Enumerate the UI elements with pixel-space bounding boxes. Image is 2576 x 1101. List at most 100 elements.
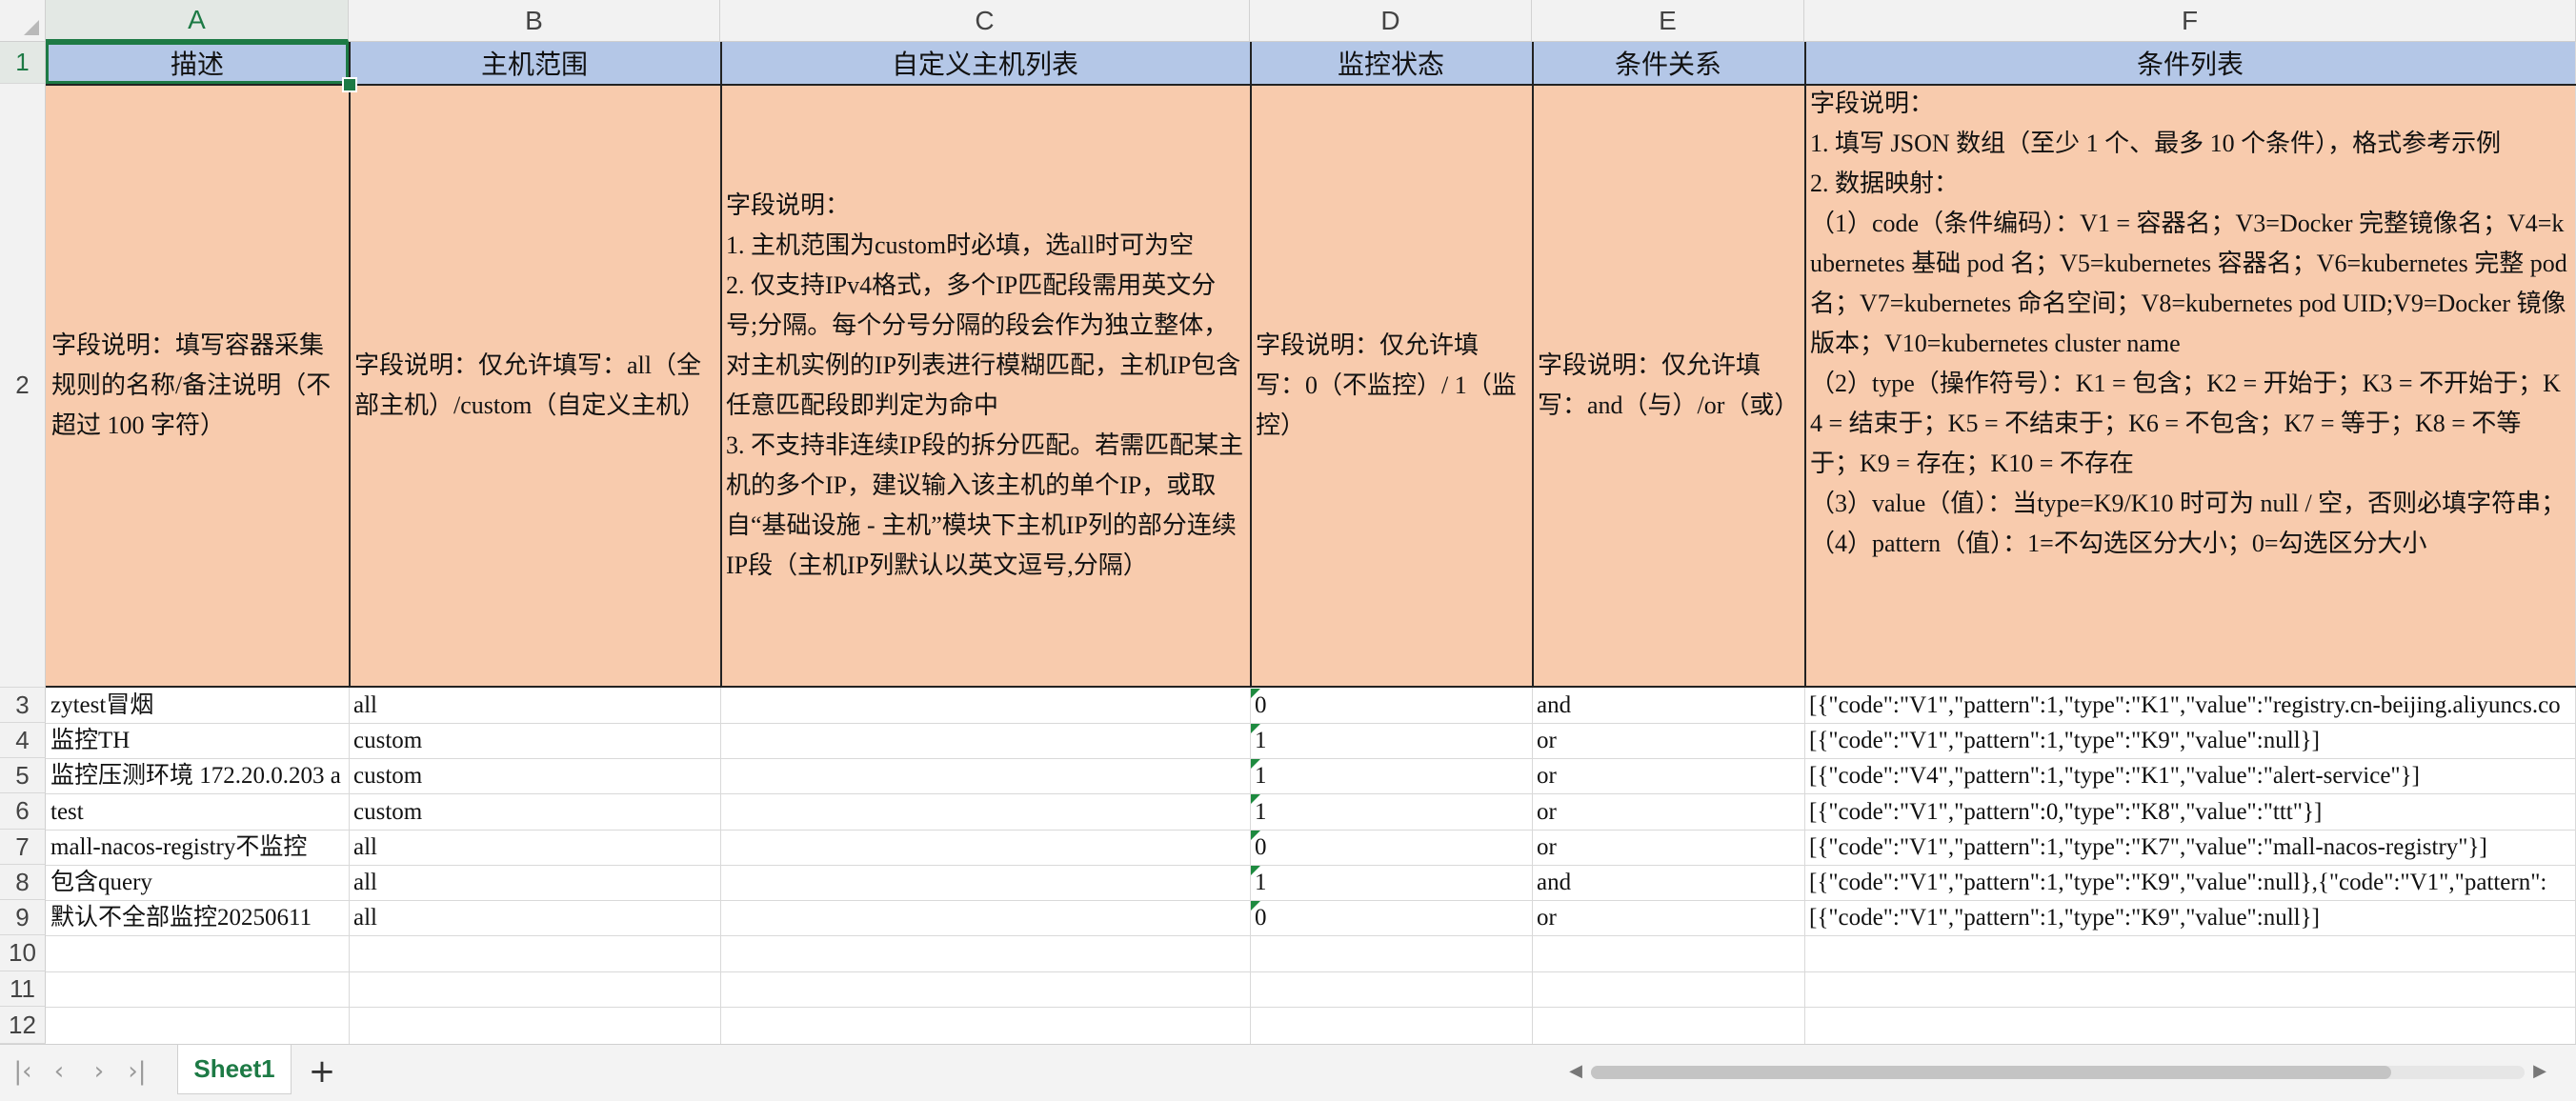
next-sheet-icon[interactable]: ›	[82, 1054, 116, 1089]
header-cell-host-scope[interactable]: 主机范围	[349, 42, 720, 84]
table-cell-host-scope[interactable]: custom	[349, 758, 720, 793]
prev-sheet-icon[interactable]: ‹	[42, 1054, 76, 1089]
row-header-11[interactable]: 11	[0, 971, 46, 1007]
column-header-e[interactable]: E	[1532, 0, 1804, 42]
row-header-8[interactable]: 8	[0, 865, 46, 900]
table-cell-description[interactable]: zytest冒烟	[46, 688, 349, 723]
table-cell-description[interactable]: 包含query	[46, 865, 349, 900]
column-header-f[interactable]: F	[1804, 0, 2576, 42]
table-cell-condition-list[interactable]: [{"code":"V1","pattern":0,"type":"K8","v…	[1804, 793, 2576, 830]
table-cell-description[interactable]: test	[46, 793, 349, 830]
row-header-2[interactable]: 2	[0, 84, 46, 688]
table-cell-custom-host-list[interactable]	[720, 830, 1250, 865]
table-cell-condition-list[interactable]: [{"code":"V1","pattern":1,"type":"K9","v…	[1804, 865, 2576, 900]
gridline	[46, 830, 2576, 831]
first-sheet-icon[interactable]: |‹	[6, 1054, 40, 1089]
header-cell-monitor-status[interactable]: 监控状态	[1250, 42, 1532, 84]
gridline	[46, 900, 2576, 901]
table-cell-description[interactable]: 默认不全部监控20250611	[46, 900, 349, 935]
number-as-text-indicator	[1251, 831, 1260, 840]
table-cell-description[interactable]: 监控压测环境 172.20.0.203 a	[46, 758, 349, 793]
scroll-right-icon[interactable]: ▶	[2526, 1054, 2553, 1087]
gridline	[46, 793, 2576, 794]
column-header-a[interactable]: A	[46, 0, 349, 42]
table-cell-custom-host-list[interactable]	[720, 723, 1250, 758]
add-sheet-button[interactable]: +	[303, 1052, 341, 1091]
header-cell-custom-host-list[interactable]: 自定义主机列表	[720, 42, 1250, 84]
sheet-tab-sheet1[interactable]: Sheet1	[177, 1045, 292, 1094]
table-cell-condition-relation[interactable]: or	[1532, 900, 1804, 935]
table-cell-host-scope[interactable]: custom	[349, 723, 720, 758]
table-cell-host-scope[interactable]: all	[349, 900, 720, 935]
desc-text-monitor-status: 字段说明：仅允许填写：0（不监控）/ 1（监控）	[1256, 331, 1517, 439]
desc-cell-custom-host-list[interactable]: 字段说明： 1. 主机范围为custom时必填，选all时可为空 2. 仅支持I…	[720, 84, 1250, 688]
table-cell-condition-list[interactable]: [{"code":"V1","pattern":1,"type":"K9","v…	[1804, 723, 2576, 758]
table-cell-monitor-status[interactable]: 1	[1250, 758, 1532, 793]
table-cell-monitor-status[interactable]: 1	[1250, 723, 1532, 758]
row-header-5[interactable]: 5	[0, 758, 46, 793]
desc-text-condition-list: 字段说明： 1. 填写 JSON 数组（至少 1 个、最多 10 个条件），格式…	[1810, 90, 2567, 557]
spreadsheet-grid[interactable]: A B C D E F 1 2 3 4 5 6 7 8 9 10 11 12 描…	[0, 0, 2576, 1044]
desc-cell-condition-relation[interactable]: 字段说明：仅允许填写：and（与）/or（或）	[1532, 84, 1804, 688]
gridline	[46, 865, 2576, 866]
number-as-text-indicator	[1251, 901, 1260, 911]
table-cell-condition-list[interactable]: [{"code":"V4","pattern":1,"type":"K1","v…	[1804, 758, 2576, 793]
table-cell-condition-relation[interactable]: and	[1532, 688, 1804, 723]
table-cell-monitor-status[interactable]: 0	[1250, 830, 1532, 865]
number-as-text-indicator	[1251, 794, 1260, 804]
last-sheet-icon[interactable]: ›|	[120, 1054, 154, 1089]
table-cell-condition-list[interactable]: [{"code":"V1","pattern":1,"type":"K1","v…	[1804, 688, 2576, 723]
table-cell-condition-relation[interactable]: or	[1532, 793, 1804, 830]
table-cell-host-scope[interactable]: custom	[349, 793, 720, 830]
table-cell-condition-relation[interactable]: or	[1532, 723, 1804, 758]
column-header-b[interactable]: B	[349, 0, 720, 42]
header-cell-description[interactable]: 描述	[46, 42, 349, 84]
header-cell-condition-relation[interactable]: 条件关系	[1532, 42, 1804, 84]
desc-cell-condition-list[interactable]: 字段说明： 1. 填写 JSON 数组（至少 1 个、最多 10 个条件），格式…	[1804, 84, 2576, 688]
row-header-10[interactable]: 10	[0, 935, 46, 971]
desc-cell-host-scope[interactable]: 字段说明：仅允许填写：all（全部主机）/custom（自定义主机）	[349, 84, 720, 688]
desc-cell-monitor-status[interactable]: 字段说明：仅允许填写：0（不监控）/ 1（监控）	[1250, 84, 1532, 688]
row-header-4[interactable]: 4	[0, 723, 46, 758]
table-cell-custom-host-list[interactable]	[720, 900, 1250, 935]
number-as-text-indicator	[1251, 866, 1260, 875]
table-cell-description[interactable]: mall-nacos-registry不监控	[46, 830, 349, 865]
row-header-3[interactable]: 3	[0, 688, 46, 723]
table-cell-monitor-status[interactable]: 0	[1250, 900, 1532, 935]
row-header-9[interactable]: 9	[0, 900, 46, 935]
fill-handle[interactable]	[342, 77, 357, 92]
table-cell-host-scope[interactable]: all	[349, 688, 720, 723]
cell-border	[1804, 42, 1806, 688]
row-header-1[interactable]: 1	[0, 42, 46, 84]
number-as-text-indicator	[1251, 724, 1260, 733]
scrollbar-thumb[interactable]	[1591, 1066, 2391, 1079]
table-cell-condition-list[interactable]: [{"code":"V1","pattern":1,"type":"K9","v…	[1804, 900, 2576, 935]
select-all-corner[interactable]	[0, 0, 46, 42]
row-header-6[interactable]: 6	[0, 793, 46, 830]
table-cell-custom-host-list[interactable]	[720, 758, 1250, 793]
table-cell-description[interactable]: 监控TH	[46, 723, 349, 758]
table-cell-condition-relation[interactable]: or	[1532, 758, 1804, 793]
scroll-left-icon[interactable]: ◀	[1562, 1054, 1589, 1087]
table-cell-custom-host-list[interactable]	[720, 793, 1250, 830]
table-cell-custom-host-list[interactable]	[720, 865, 1250, 900]
gridline	[46, 935, 2576, 936]
column-header-d[interactable]: D	[1250, 0, 1532, 42]
table-cell-condition-list[interactable]: [{"code":"V1","pattern":1,"type":"K7","v…	[1804, 830, 2576, 865]
cell-border	[349, 42, 351, 688]
column-header-c[interactable]: C	[720, 0, 1250, 42]
row-header-7[interactable]: 7	[0, 830, 46, 865]
horizontal-scrollbar[interactable]: ◀ ▶	[1562, 1054, 2553, 1087]
row-header-12[interactable]: 12	[0, 1007, 46, 1044]
desc-cell-description[interactable]: 字段说明：填写容器采集规则的名称/备注说明（不超过 100 字符）	[46, 84, 349, 688]
table-cell-host-scope[interactable]: all	[349, 830, 720, 865]
table-cell-monitor-status[interactable]: 1	[1250, 865, 1532, 900]
table-cell-condition-relation[interactable]: or	[1532, 830, 1804, 865]
table-cell-host-scope[interactable]: all	[349, 865, 720, 900]
header-cell-condition-list[interactable]: 条件列表	[1804, 42, 2576, 84]
table-cell-monitor-status[interactable]: 0	[1250, 688, 1532, 723]
table-cell-custom-host-list[interactable]	[720, 688, 1250, 723]
table-cell-monitor-status[interactable]: 1	[1250, 793, 1532, 830]
table-cell-condition-relation[interactable]: and	[1532, 865, 1804, 900]
desc-text-description: 字段说明：填写容器采集规则的名称/备注说明（不超过 100 字符）	[51, 331, 332, 439]
